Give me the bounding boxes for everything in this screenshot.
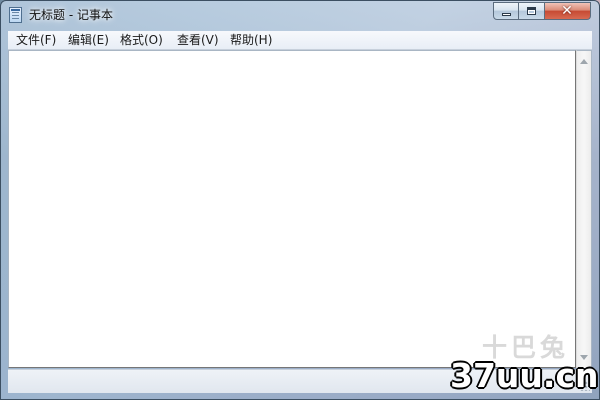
menu-view[interactable]: 查看(V): [176, 32, 220, 49]
close-button[interactable]: ✕: [545, 2, 591, 20]
window-title: 无标题 - 记事本: [29, 8, 113, 22]
menu-edit[interactable]: 编辑(E): [67, 32, 110, 49]
scroll-down-arrow-icon[interactable]: [580, 355, 588, 360]
maximize-button[interactable]: [519, 2, 545, 20]
close-icon: ✕: [561, 3, 573, 19]
menu-format[interactable]: 格式(O): [119, 32, 164, 49]
title-bar[interactable]: 无标题 - 记事本 ✕: [1, 1, 599, 29]
menu-help[interactable]: 帮助(H): [229, 32, 273, 49]
maximize-icon: [527, 7, 536, 15]
notepad-icon[interactable]: [9, 7, 22, 23]
vertical-scrollbar[interactable]: [576, 50, 592, 368]
minimize-button[interactable]: [493, 2, 519, 20]
text-editor[interactable]: [8, 50, 576, 368]
notepad-window: 无标题 - 记事本 ✕ 文件(F) 编辑(E) 格式(O) 查看(V) 帮助(H…: [0, 0, 600, 400]
menu-bar: 文件(F) 编辑(E) 格式(O) 查看(V) 帮助(H): [8, 31, 592, 50]
status-strip: [8, 369, 592, 393]
resize-grip-icon[interactable]: [580, 381, 590, 391]
scroll-up-arrow-icon[interactable]: [580, 59, 588, 64]
menu-file[interactable]: 文件(F): [15, 32, 57, 49]
minimize-icon: [502, 13, 511, 16]
